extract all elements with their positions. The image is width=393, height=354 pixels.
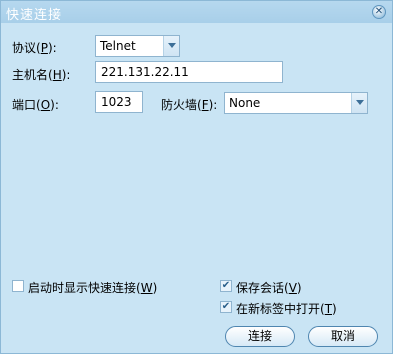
firewall-label: 防火墙(F):	[161, 98, 218, 112]
port-input[interactable]: 1023	[95, 91, 143, 113]
chevron-down-icon[interactable]	[163, 36, 179, 56]
open-in-tab-label: 在新标签中打开(T)	[236, 302, 337, 316]
quick-connect-dialog: 快速连接 ✕ 协议(P): Telnet 主机名(H): 221.131.22.…	[0, 0, 393, 354]
open-in-tab-checkbox[interactable]: ✔	[220, 301, 232, 313]
close-icon[interactable]: ✕	[372, 5, 386, 19]
show-on-startup-label: 启动时显示快速连接(W)	[28, 281, 158, 295]
save-session-checkbox[interactable]: ✔	[220, 280, 232, 292]
show-on-startup-checkbox[interactable]	[12, 280, 24, 292]
firewall-value: None	[229, 96, 261, 110]
port-label: 端口(O):	[12, 98, 59, 112]
chevron-down-icon[interactable]	[351, 93, 367, 113]
checkmark-icon: ✔	[221, 280, 231, 291]
protocol-select[interactable]: Telnet	[95, 35, 180, 57]
cancel-button[interactable]: 取消	[308, 326, 378, 347]
checkmark-icon: ✔	[221, 301, 231, 312]
firewall-select[interactable]: None	[224, 92, 368, 114]
title-bar: 快速连接 ✕	[1, 1, 392, 23]
dialog-title: 快速连接	[6, 8, 63, 23]
hostname-label: 主机名(H):	[12, 68, 71, 82]
protocol-value: Telnet	[100, 39, 136, 53]
protocol-label: 协议(P):	[12, 41, 57, 55]
save-session-label: 保存会话(V)	[236, 281, 302, 295]
connect-button[interactable]: 连接	[225, 326, 295, 347]
hostname-input[interactable]: 221.131.22.11	[95, 61, 283, 83]
